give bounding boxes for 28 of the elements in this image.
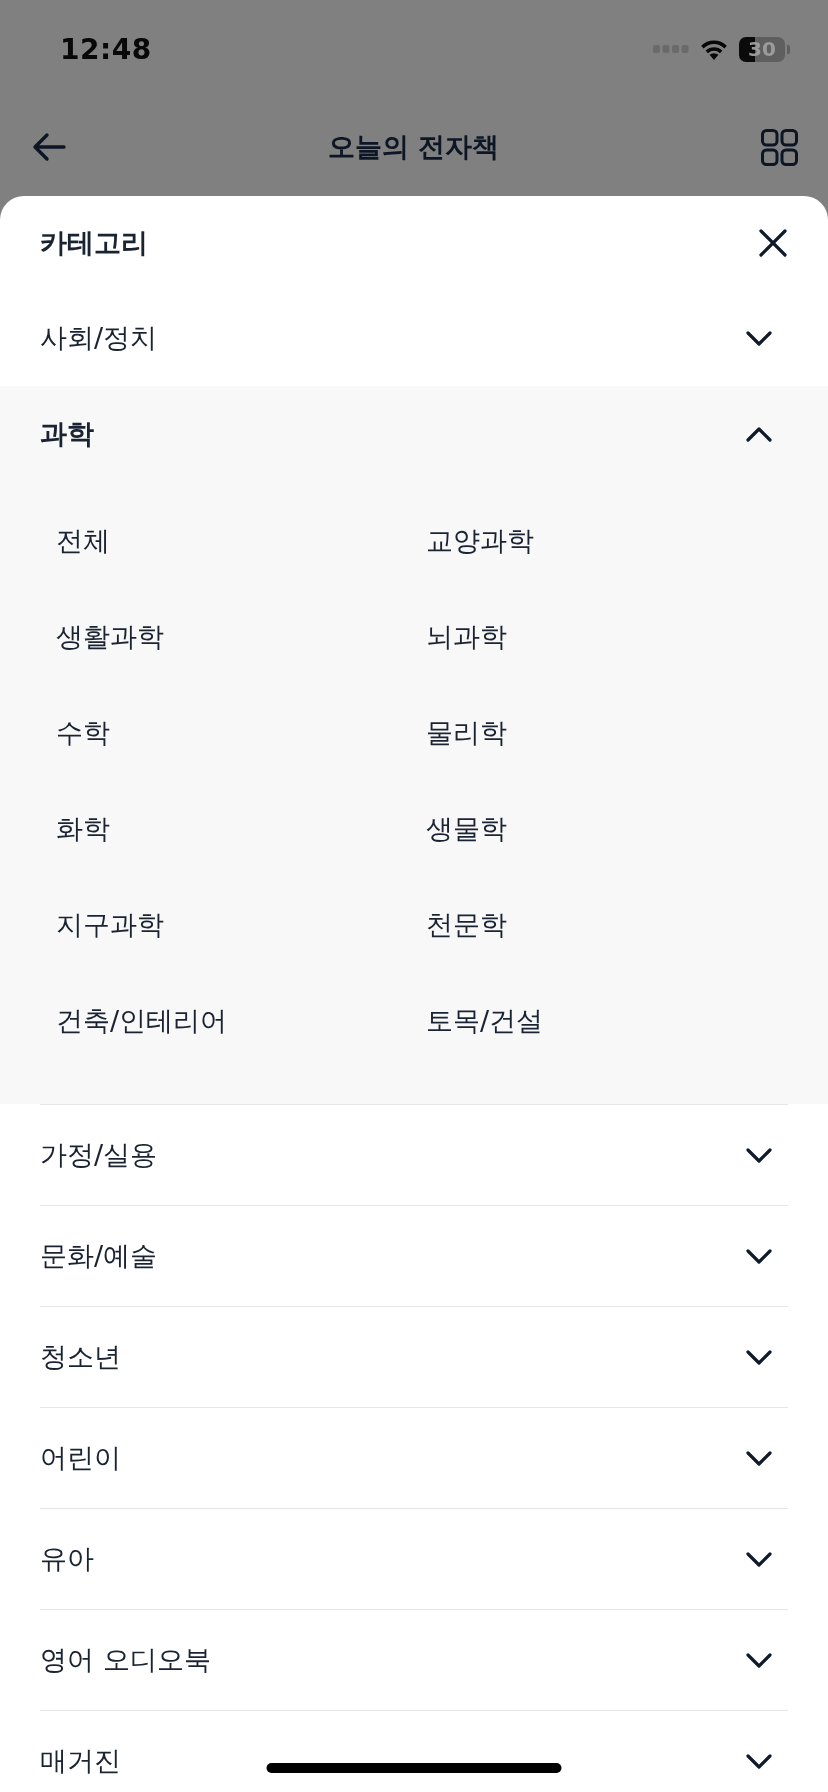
- subcategory-item[interactable]: 전체: [56, 523, 110, 559]
- subcategory-item[interactable]: 뇌과학: [426, 619, 507, 655]
- chevron-down-icon: [746, 1450, 772, 1466]
- subcategory-item[interactable]: 교양과학: [426, 523, 534, 559]
- chevron-down-icon: [746, 1248, 772, 1264]
- sheet-title: 카테고리: [40, 226, 148, 260]
- status-time: 12:48: [60, 32, 152, 66]
- subcategory-item[interactable]: 물리학: [426, 715, 507, 751]
- chevron-down-icon: [746, 1349, 772, 1365]
- grid-view-button[interactable]: [761, 128, 798, 166]
- subcategory-item[interactable]: 지구과학: [56, 907, 164, 943]
- subcategory-item[interactable]: 천문학: [426, 907, 507, 943]
- chevron-up-icon: [746, 426, 772, 442]
- chevron-down-icon: [746, 1147, 772, 1163]
- subcategory-item[interactable]: 수학: [56, 715, 110, 751]
- back-button[interactable]: [32, 132, 66, 162]
- wifi-icon: [699, 38, 729, 60]
- subcategory-item[interactable]: 생물학: [426, 811, 507, 847]
- page-title: 오늘의 전자책: [327, 130, 500, 164]
- close-button[interactable]: [759, 229, 787, 257]
- chevron-down-icon: [746, 1652, 772, 1668]
- subcategory-item[interactable]: 생활과학: [56, 619, 164, 655]
- chevron-down-icon: [746, 330, 772, 346]
- chevron-down-icon: [746, 1753, 772, 1769]
- subcategory-item[interactable]: 토목/건설: [426, 1003, 544, 1039]
- chevron-down-icon: [746, 1551, 772, 1567]
- subcategory-item[interactable]: 화학: [56, 811, 110, 847]
- subcategory-item[interactable]: 건축/인테리어: [56, 1003, 228, 1039]
